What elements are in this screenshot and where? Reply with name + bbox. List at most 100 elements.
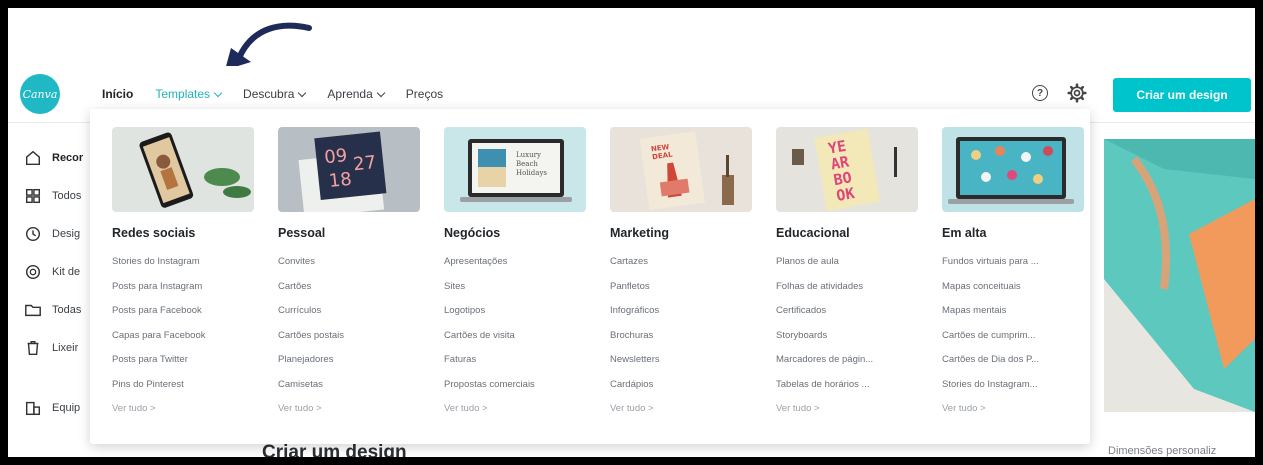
list-item[interactable]: Camisetas	[278, 379, 420, 404]
template-list: Fundos virtuais para ... Mapas conceitua…	[942, 256, 1092, 428]
list-item[interactable]: Cartazes	[610, 256, 752, 281]
list-item[interactable]: Planejadores	[278, 354, 420, 379]
clock-icon	[25, 226, 41, 242]
list-item[interactable]: Mapas mentais	[942, 305, 1084, 330]
list-item[interactable]: Tabelas de horários ...	[776, 379, 918, 404]
see-all-link[interactable]: Ver tudo >	[112, 403, 254, 428]
template-list: Convites Cartões Currículos Cartões post…	[278, 256, 428, 428]
list-item[interactable]: Currículos	[278, 305, 420, 330]
see-all-link[interactable]: Ver tudo >	[942, 403, 1084, 428]
list-item[interactable]: Folhas de atividades	[776, 281, 918, 306]
chevron-down-icon	[213, 88, 223, 97]
sidebar-item-team[interactable]: Equip	[24, 399, 80, 417]
nav-item-aprenda[interactable]: Aprenda	[327, 87, 386, 101]
list-item[interactable]: Planos de aula	[776, 256, 918, 281]
list-item[interactable]: Storyboards	[776, 330, 918, 355]
see-all-link[interactable]: Ver tudo >	[444, 403, 586, 428]
custom-dimensions-link[interactable]: Dimensões personaliz	[1108, 445, 1216, 457]
sidebar-item-all-designs[interactable]: Todos	[24, 187, 81, 205]
list-item[interactable]: Cartões postais	[278, 330, 420, 355]
create-design-heading: Criar um design	[262, 442, 407, 457]
list-item[interactable]: Newsletters	[610, 354, 752, 379]
thumbnail-em-alta[interactable]	[942, 127, 1084, 212]
list-item[interactable]: Cartões	[278, 281, 420, 306]
dropdown-column-pessoal: 09 27 18 Pessoal Convites Cartões Curríc…	[278, 127, 428, 428]
see-all-link[interactable]: Ver tudo >	[610, 403, 752, 428]
list-item[interactable]: Panfletos	[610, 281, 752, 306]
column-title[interactable]: Marketing	[610, 226, 760, 240]
app-window: Canva Início Templates Descubra Aprenda …	[8, 8, 1255, 457]
list-item[interactable]: Brochuras	[610, 330, 752, 355]
list-item[interactable]: Convites	[278, 256, 420, 281]
list-item[interactable]: Logotipos	[444, 305, 586, 330]
list-item[interactable]: Posts para Instagram	[112, 281, 254, 306]
svg-text:OK: OK	[835, 184, 856, 205]
team-icon	[25, 401, 41, 416]
list-item[interactable]: Capas para Facebook	[112, 330, 254, 355]
column-title[interactable]: Redes sociais	[112, 226, 262, 240]
gear-icon[interactable]	[1067, 83, 1087, 103]
list-item[interactable]: Faturas	[444, 354, 586, 379]
chevron-down-icon	[376, 88, 386, 97]
thumbnail-marketing[interactable]: NEW DEAL	[610, 127, 752, 212]
list-item[interactable]: Cardápios	[610, 379, 752, 404]
home-icon	[25, 150, 41, 166]
list-item[interactable]: Sites	[444, 281, 586, 306]
list-item[interactable]: Infográficos	[610, 305, 752, 330]
thumbnail-pessoal[interactable]: 09 27 18	[278, 127, 420, 212]
dropdown-column-negocios: Luxury Beach Holidays Negócios Apresenta…	[444, 127, 594, 428]
see-all-link[interactable]: Ver tudo >	[278, 403, 420, 428]
sidebar-item-brand-kit[interactable]: Kit de	[24, 263, 80, 281]
template-list: Apresentações Sites Logotipos Cartões de…	[444, 256, 594, 428]
dropdown-column-marketing: NEW DEAL Marketing Cartazes Panfletos In…	[610, 127, 760, 428]
template-list: Stories do Instagram Posts para Instagra…	[112, 256, 262, 428]
list-item[interactable]: Pins do Pinterest	[112, 379, 254, 404]
canva-logo[interactable]: Canva	[20, 74, 60, 114]
sidebar-item-trash[interactable]: Lixeir	[24, 339, 78, 357]
svg-text:27: 27	[352, 152, 377, 175]
create-design-button[interactable]: Criar um design	[1113, 78, 1251, 112]
list-item[interactable]: Cartões de visita	[444, 330, 586, 355]
nav-item-inicio[interactable]: Início	[102, 87, 133, 101]
template-list: Cartazes Panfletos Infográficos Brochura…	[610, 256, 760, 428]
nav-item-precos[interactable]: Preços	[406, 87, 443, 101]
nav-item-descubra[interactable]: Descubra	[243, 87, 307, 101]
help-icon[interactable]: ?	[1032, 85, 1048, 101]
grid-icon	[25, 188, 41, 204]
list-item[interactable]: Cartões de cumprim...	[942, 330, 1084, 355]
list-item[interactable]: Certificados	[776, 305, 918, 330]
list-item[interactable]: Stories do Instagram...	[942, 379, 1084, 404]
thumbnail-negocios[interactable]: Luxury Beach Holidays	[444, 127, 586, 212]
template-list: Planos de aula Folhas de atividades Cert…	[776, 256, 926, 428]
thumbnail-educacional[interactable]: YE AR BO OK	[776, 127, 918, 212]
column-title[interactable]: Negócios	[444, 226, 594, 240]
list-item[interactable]: Stories do Instagram	[112, 256, 254, 281]
nav-item-templates[interactable]: Templates	[155, 87, 223, 101]
sidebar-item-folders[interactable]: Todas	[24, 301, 81, 319]
list-item[interactable]: Apresentações	[444, 256, 586, 281]
list-item[interactable]: Cartões de Dia dos P...	[942, 354, 1084, 379]
list-item[interactable]: Posts para Twitter	[112, 354, 254, 379]
dropdown-column-redes-sociais: Redes sociais Stories do Instagram Posts…	[112, 127, 262, 428]
dropdown-column-educacional: YE AR BO OK Educacional Planos de aula F…	[776, 127, 926, 428]
sidebar-item-home[interactable]: Recor	[24, 149, 83, 167]
folder-icon	[25, 304, 41, 317]
templates-dropdown: Redes sociais Stories do Instagram Posts…	[90, 109, 1090, 444]
dropdown-column-em-alta: Em alta Fundos virtuais para ... Mapas c…	[942, 127, 1092, 428]
list-item[interactable]: Propostas comerciais	[444, 379, 586, 404]
svg-text:Beach: Beach	[516, 160, 538, 168]
thumbnail-redes-sociais[interactable]	[112, 127, 254, 212]
svg-text:18: 18	[328, 169, 353, 192]
list-item[interactable]: Posts para Facebook	[112, 305, 254, 330]
list-item[interactable]: Mapas conceituais	[942, 281, 1084, 306]
list-item[interactable]: Fundos virtuais para ...	[942, 256, 1084, 281]
column-title[interactable]: Educacional	[776, 226, 926, 240]
column-title[interactable]: Em alta	[942, 226, 1092, 240]
see-all-link[interactable]: Ver tudo >	[776, 403, 918, 428]
sidebar-item-designs[interactable]: Desig	[24, 225, 80, 243]
column-title[interactable]: Pessoal	[278, 226, 428, 240]
brand-kit-icon	[25, 264, 41, 280]
chevron-down-icon	[298, 88, 307, 97]
svg-text:Holidays: Holidays	[516, 169, 547, 177]
list-item[interactable]: Marcadores de págin...	[776, 354, 918, 379]
